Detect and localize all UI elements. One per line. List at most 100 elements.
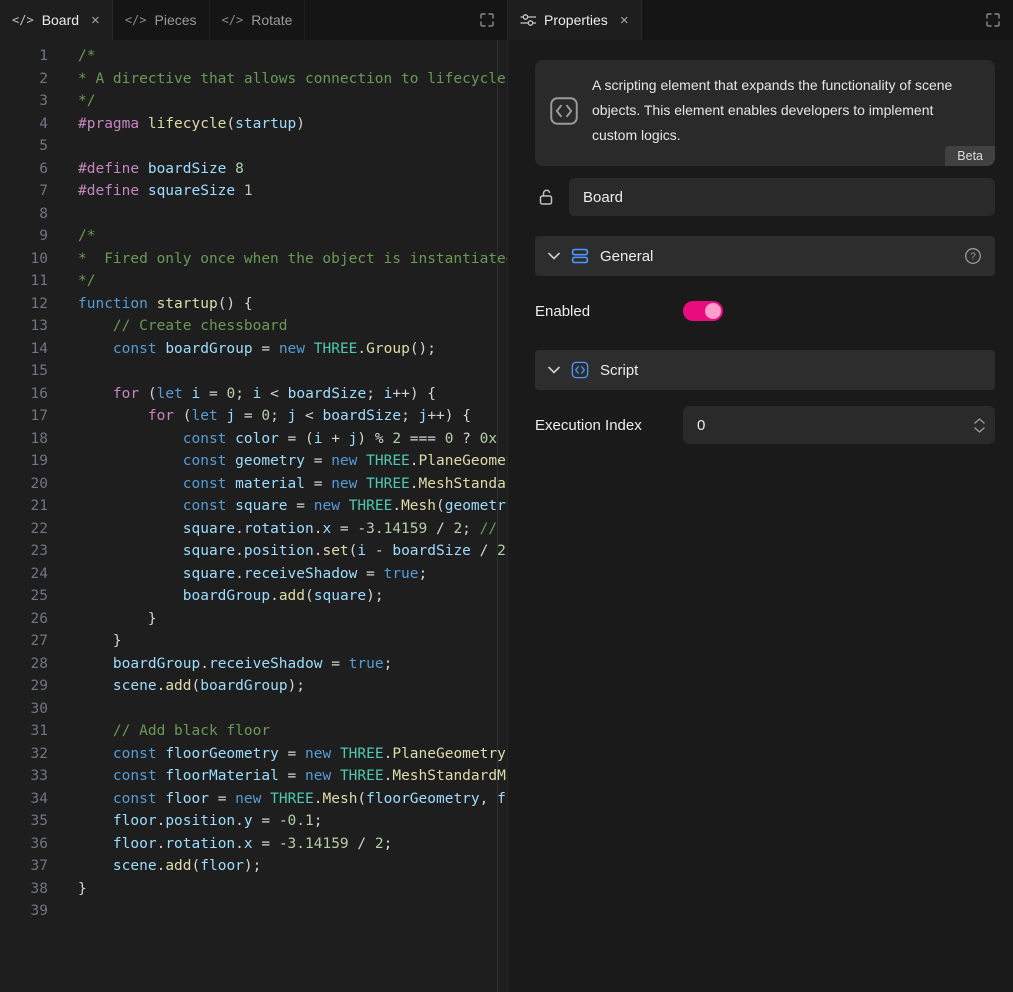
sliders-icon	[520, 12, 536, 28]
code-line-text[interactable]	[78, 360, 507, 383]
number-spinners	[974, 418, 985, 433]
line-number: 3	[0, 90, 48, 113]
code-line-text[interactable]: #define squareSize 1	[78, 180, 507, 203]
code-line-text[interactable]: floor.position.y = -0.1;	[78, 810, 507, 833]
code-editor-panel: </> Board × </> Pieces </> Rotate 1/*2* …	[0, 0, 508, 992]
code-line-text[interactable]: #define boardSize 8	[78, 158, 507, 181]
line-number: 27	[0, 630, 48, 653]
expand-panel-icon[interactable]	[479, 12, 495, 28]
code-line-text[interactable]: const geometry = new THREE.PlaneGeometry…	[78, 450, 507, 473]
chevron-down-icon[interactable]	[548, 252, 560, 260]
line-number: 8	[0, 203, 48, 226]
section-script[interactable]: Script	[535, 350, 995, 390]
tab-board[interactable]: </> Board ×	[0, 0, 113, 40]
code-line-text[interactable]: scene.add(floor);	[78, 855, 507, 878]
code-line-text[interactable]: for (let j = 0; j < boardSize; j++) {	[78, 405, 507, 428]
code-line-text[interactable]: boardGroup.receiveShadow = true;	[78, 653, 507, 676]
code-line-text[interactable]: boardGroup.add(square);	[78, 585, 507, 608]
code-line-text[interactable]: * Fired only once when the object is ins…	[78, 248, 507, 271]
code-line-text[interactable]	[78, 203, 507, 226]
code-line: 1 /*	[0, 45, 507, 68]
code-line-text[interactable]: }	[78, 608, 507, 631]
code-line-text[interactable]: const square = new THREE.Mesh(geometry, …	[78, 495, 507, 518]
code-line-text[interactable]: const boardGroup = new THREE.Group();	[78, 338, 507, 361]
editor-scrollbar[interactable]	[497, 40, 507, 992]
code-line: 13 // Create chessboard	[0, 315, 507, 338]
execution-index-input[interactable]: 0	[683, 406, 995, 444]
tab-properties[interactable]: Properties ×	[508, 0, 642, 40]
code-line-text[interactable]	[78, 900, 507, 923]
code-line: 26 }	[0, 608, 507, 631]
code-icon: </>	[125, 13, 147, 27]
code-line-text[interactable]: #pragma lifecycle(startup)	[78, 113, 507, 136]
code-line-text[interactable]: /*	[78, 225, 507, 248]
code-line-text[interactable]: */	[78, 90, 507, 113]
code-line-text[interactable]: const material = new THREE.MeshStandardM…	[78, 473, 507, 496]
code-line-text[interactable]: }	[78, 630, 507, 653]
line-number: 34	[0, 788, 48, 811]
code-line: 38}	[0, 878, 507, 901]
close-icon[interactable]: ×	[620, 13, 629, 28]
code-line-text[interactable]: const floor = new THREE.Mesh(floorGeomet…	[78, 788, 507, 811]
code-line-text[interactable]	[78, 698, 507, 721]
object-name-input[interactable]	[569, 178, 995, 216]
unlock-icon[interactable]	[535, 187, 557, 207]
line-number: 12	[0, 293, 48, 316]
code-line: 30	[0, 698, 507, 721]
line-number: 1	[0, 45, 48, 68]
code-editor[interactable]: 1/*2* A directive that allows connection…	[0, 40, 507, 992]
line-number: 20	[0, 473, 48, 496]
code-line: 14 const boardGroup = new THREE.Group();	[0, 338, 507, 361]
tab-label: Rotate	[251, 12, 292, 28]
spinner-down-icon[interactable]	[974, 427, 985, 433]
code-line-text[interactable]: square.receiveShadow = true;	[78, 563, 507, 586]
help-icon[interactable]: ?	[964, 247, 982, 265]
code-line-text[interactable]: // Add black floor	[78, 720, 507, 743]
line-number: 36	[0, 833, 48, 856]
script-component-icon	[548, 96, 580, 126]
close-icon[interactable]: ×	[91, 13, 100, 28]
code-line-text[interactable]: scene.add(boardGroup);	[78, 675, 507, 698]
code-line: 18 const color = (i + j) % 2 === 0 ? 0x	[0, 428, 507, 451]
code-line: 22 square.rotation.x = -3.14159 / 2; // …	[0, 518, 507, 541]
expand-panel-icon[interactable]	[985, 12, 1001, 28]
line-number: 15	[0, 360, 48, 383]
code-line-text[interactable]: function startup() {	[78, 293, 507, 316]
code-line: 4 #pragma lifecycle(startup)	[0, 113, 507, 136]
code-line: 2* A directive that allows connection to…	[0, 68, 507, 91]
component-description: A scripting element that expands the fun…	[592, 73, 981, 148]
code-line-text[interactable]: const floorGeometry = new THREE.PlaneGeo…	[78, 743, 507, 766]
code-line: 24 square.receiveShadow = true;	[0, 563, 507, 586]
code-line: 9/*	[0, 225, 507, 248]
code-line-text[interactable]: const color = (i + j) % 2 === 0 ? 0x	[78, 428, 507, 451]
properties-panel: Properties × A scripting element that ex…	[508, 0, 1013, 992]
code-line-text[interactable]	[78, 135, 507, 158]
section-general[interactable]: General ?	[535, 236, 995, 276]
line-number: 23	[0, 540, 48, 563]
tab-rotate[interactable]: </> Rotate	[210, 0, 306, 40]
spinner-up-icon[interactable]	[974, 418, 985, 424]
enabled-toggle[interactable]	[683, 301, 723, 321]
code-line: 11*/	[0, 270, 507, 293]
code-icon: </>	[12, 13, 34, 27]
code-line-text[interactable]: // Create chessboard	[78, 315, 507, 338]
code-line-text[interactable]: square.rotation.x = -3.14159 / 2; // Lay…	[78, 518, 507, 541]
code-line-text[interactable]: const floorMaterial = new THREE.MeshStan…	[78, 765, 507, 788]
code-line-text[interactable]: */	[78, 270, 507, 293]
code-line-text[interactable]: /*	[78, 45, 507, 68]
code-line-text[interactable]: }	[78, 878, 507, 901]
line-number: 35	[0, 810, 48, 833]
code-line: 5	[0, 135, 507, 158]
code-line-text[interactable]: for (let i = 0; i < boardSize; i++) {	[78, 383, 507, 406]
code-line: 35 floor.position.y = -0.1;	[0, 810, 507, 833]
tab-label: Board	[42, 12, 79, 28]
line-number: 32	[0, 743, 48, 766]
chevron-down-icon[interactable]	[548, 366, 560, 374]
code-line-text[interactable]: square.position.set(i - boardSize / 2 + …	[78, 540, 507, 563]
code-line-text[interactable]: * A directive that allows connection to …	[78, 68, 507, 91]
code-line-text[interactable]: floor.rotation.x = -3.14159 / 2;	[78, 833, 507, 856]
tab-pieces[interactable]: </> Pieces	[113, 0, 210, 40]
code-line: 34 const floor = new THREE.Mesh(floorGeo…	[0, 788, 507, 811]
line-number: 4	[0, 113, 48, 136]
code-line: 7#define squareSize 1	[0, 180, 507, 203]
